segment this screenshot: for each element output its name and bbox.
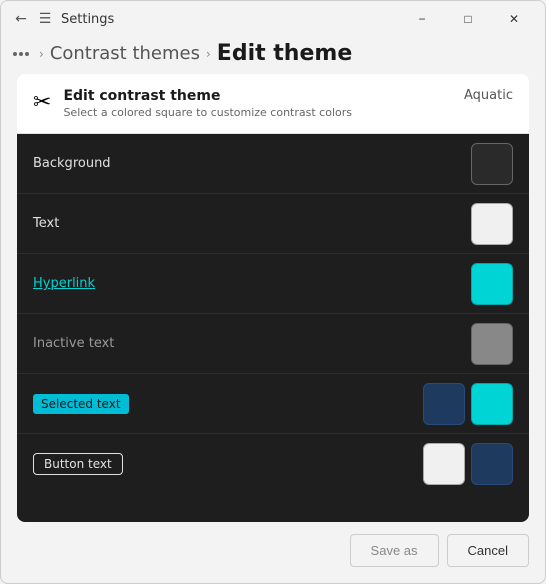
nav-dots-menu[interactable] [13, 52, 29, 56]
header-title: Edit contrast theme [63, 88, 352, 104]
title-bar-left: ← ☰ Settings [13, 11, 114, 27]
cancel-button[interactable]: Cancel [447, 534, 529, 567]
header-text: Edit contrast theme Select a colored squ… [63, 88, 352, 119]
selected-text-row: Selected text [17, 374, 529, 434]
button-text-row: Button text [17, 434, 529, 494]
breadcrumb-chevron-1: › [39, 47, 44, 61]
nav-bar: › Contrast themes › Edit theme [1, 37, 545, 74]
background-swatch[interactable] [471, 143, 513, 185]
selected-text-swatch-dark[interactable] [423, 383, 465, 425]
theme-name-badge: Aquatic [464, 88, 513, 103]
text-swatches [471, 203, 513, 245]
breadcrumb-contrast-themes[interactable]: Contrast themes [50, 43, 200, 64]
breadcrumb-edit-theme: Edit theme [217, 41, 352, 66]
nav-dot-1 [13, 52, 17, 56]
header-box: ✂ Edit contrast theme Select a colored s… [17, 74, 529, 134]
text-label: Text [33, 216, 59, 231]
button-text-label: Button text [33, 453, 123, 475]
inactive-text-row: Inactive text [17, 314, 529, 374]
breadcrumb-chevron-2: › [206, 47, 211, 61]
selected-text-swatch-cyan[interactable] [471, 383, 513, 425]
main-content: ✂ Edit contrast theme Select a colored s… [1, 74, 545, 583]
color-rows-container: Background Text Hyperlink [17, 134, 529, 522]
hyperlink-row: Hyperlink [17, 254, 529, 314]
back-icon[interactable]: ← [13, 11, 29, 27]
maximize-button[interactable]: □ [445, 3, 491, 35]
inactive-text-swatch[interactable] [471, 323, 513, 365]
button-text-swatches [423, 443, 513, 485]
text-row: Text [17, 194, 529, 254]
close-button[interactable]: ✕ [491, 3, 537, 35]
selected-text-label: Selected text [33, 394, 129, 414]
background-swatches [471, 143, 513, 185]
header-subtitle: Select a colored square to customize con… [63, 106, 352, 119]
app-window: ← ☰ Settings − □ ✕ › Contrast themes › E… [0, 0, 546, 584]
title-bar: ← ☰ Settings − □ ✕ [1, 1, 545, 37]
hyperlink-label[interactable]: Hyperlink [33, 276, 95, 291]
button-text-swatch-dark[interactable] [471, 443, 513, 485]
menu-icon[interactable]: ☰ [37, 11, 53, 27]
save-as-button[interactable]: Save as [350, 534, 439, 567]
nav-dot-3 [25, 52, 29, 56]
background-label: Background [33, 156, 111, 171]
theme-scissors-icon: ✂ [33, 90, 51, 115]
nav-dot-2 [19, 52, 23, 56]
minimize-button[interactable]: − [399, 3, 445, 35]
hyperlink-swatch[interactable] [471, 263, 513, 305]
window-controls: − □ ✕ [399, 3, 537, 35]
background-row: Background [17, 134, 529, 194]
inactive-text-label: Inactive text [33, 336, 114, 351]
selected-text-swatches [423, 383, 513, 425]
hyperlink-swatches [471, 263, 513, 305]
inactive-text-swatches [471, 323, 513, 365]
header-left: ✂ Edit contrast theme Select a colored s… [33, 88, 352, 119]
window-title: Settings [61, 12, 114, 27]
button-text-swatch-light[interactable] [423, 443, 465, 485]
text-swatch[interactable] [471, 203, 513, 245]
footer: Save as Cancel [17, 522, 529, 567]
